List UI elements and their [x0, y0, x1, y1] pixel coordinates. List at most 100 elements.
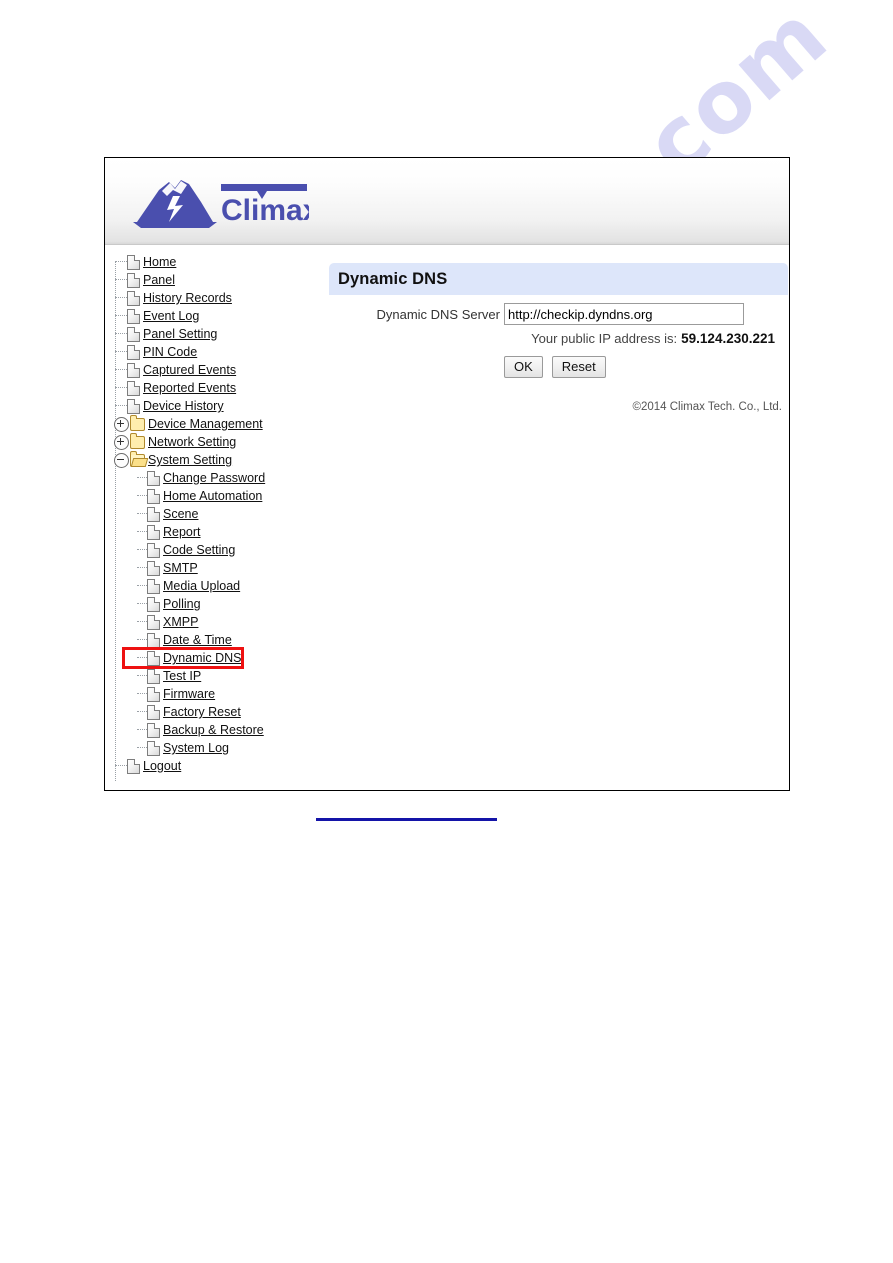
public-ip-row: Your public IP address is: 59.124.230.22…	[327, 331, 775, 346]
sidebar-item-change-password[interactable]: Change Password	[113, 469, 327, 487]
sidebar-item-logout[interactable]: Logout	[113, 757, 327, 775]
sidebar-item-backup-restore[interactable]: Backup & Restore	[113, 721, 327, 739]
file-icon	[147, 542, 160, 558]
file-icon	[127, 254, 140, 270]
sidebar-item-home[interactable]: Home	[113, 253, 327, 271]
sidebar-item-label[interactable]: Media Upload	[163, 577, 240, 595]
sidebar-item-home-automation[interactable]: Home Automation	[113, 487, 327, 505]
tree-connector	[137, 603, 147, 605]
sidebar-item-label[interactable]: System Setting	[148, 451, 232, 469]
folder-open-icon	[130, 450, 145, 467]
navigation-tree: Home Panel History Records Event Log Panel S…	[105, 253, 327, 781]
sidebar-item-label[interactable]: Report	[163, 523, 201, 541]
page-title-bar: Dynamic DNS	[329, 263, 788, 295]
sidebar-item-label[interactable]: Home	[143, 253, 176, 271]
copyright-notice: ©2014 Climax Tech. Co., Ltd.	[632, 401, 782, 413]
sidebar-item-label[interactable]: Device Management	[148, 415, 263, 433]
file-icon	[147, 722, 160, 738]
sidebar-item-label[interactable]: Captured Events	[143, 361, 236, 379]
sidebar-item-reported-events[interactable]: Reported Events	[113, 379, 327, 397]
sidebar-item-smtp[interactable]: SMTP	[113, 559, 327, 577]
svg-text:Climax: Climax	[221, 194, 309, 227]
folder-icon	[130, 414, 145, 431]
expand-toggle-icon[interactable]	[114, 434, 129, 450]
sidebar-item-label[interactable]: Panel Setting	[143, 325, 217, 343]
sidebar-item-label[interactable]: Panel	[143, 271, 175, 289]
sidebar-item-panel[interactable]: Panel	[113, 271, 327, 289]
content-panel: Dynamic DNS Dynamic DNS Server Your publ…	[327, 253, 789, 790]
file-icon	[147, 524, 160, 540]
sidebar-item-label[interactable]: SMTP	[163, 559, 198, 577]
sidebar-item-label[interactable]: Logout	[143, 757, 181, 775]
sidebar-item-test-ip[interactable]: Test IP	[113, 667, 327, 685]
sidebar-item-media-upload[interactable]: Media Upload	[113, 577, 327, 595]
dns-server-input[interactable]	[504, 303, 744, 325]
sidebar-item-label[interactable]: Code Setting	[163, 541, 235, 559]
sidebar-item-label[interactable]: Dynamic DNS	[163, 649, 242, 667]
sidebar-item-captured-events[interactable]: Captured Events	[113, 361, 327, 379]
sidebar-item-event-log[interactable]: Event Log	[113, 307, 327, 325]
sidebar-item-label[interactable]: Reported Events	[143, 379, 236, 397]
reset-button[interactable]: Reset	[551, 356, 606, 378]
file-icon	[147, 488, 160, 504]
tree-connector	[137, 531, 147, 533]
sidebar-item-label[interactable]: Change Password	[163, 469, 265, 487]
tree-connector	[137, 513, 147, 515]
sidebar-item-dynamic-dns[interactable]: Dynamic DNS	[113, 647, 327, 669]
app-header: Climax	[105, 158, 789, 245]
sidebar-item-factory-reset[interactable]: Factory Reset	[113, 703, 327, 721]
tree-connector	[137, 495, 147, 497]
sidebar-item-firmware[interactable]: Firmware	[113, 685, 327, 703]
sidebar-item-report[interactable]: Report	[113, 523, 327, 541]
sidebar-item-label[interactable]: System Log	[163, 739, 229, 757]
sidebar-item-date-time[interactable]: Date & Time	[113, 631, 327, 649]
sidebar-item-label[interactable]: Date & Time	[163, 631, 232, 649]
sidebar-item-label[interactable]: Device History	[143, 397, 224, 415]
sidebar-item-code-setting[interactable]: Code Setting	[113, 541, 327, 559]
tree-connector	[137, 747, 147, 749]
file-icon	[127, 308, 140, 324]
sidebar-item-label[interactable]: History Records	[143, 289, 232, 307]
sidebar-item-pin-code[interactable]: PIN Code	[113, 343, 327, 361]
public-ip-label: Your public IP address is:	[531, 331, 678, 346]
tree-connector	[115, 315, 127, 317]
sidebar-item-label[interactable]: Event Log	[143, 307, 199, 325]
sidebar-item-network-setting[interactable]: Network Setting	[113, 432, 327, 451]
sidebar-item-label[interactable]: XMPP	[163, 613, 198, 631]
sidebar-item-label[interactable]: Factory Reset	[163, 703, 241, 721]
file-icon	[127, 362, 140, 378]
file-icon	[147, 668, 160, 684]
sidebar-item-label[interactable]: Home Automation	[163, 487, 262, 505]
file-icon	[127, 344, 140, 360]
folder-icon	[130, 432, 145, 449]
tree-connector	[137, 585, 147, 587]
sidebar-item-label[interactable]: Scene	[163, 505, 198, 523]
sidebar-item-label[interactable]: Backup & Restore	[163, 721, 264, 739]
sidebar-item-device-history[interactable]: Device History	[113, 397, 327, 415]
collapse-toggle-icon[interactable]	[114, 452, 129, 468]
expand-toggle-icon[interactable]	[114, 416, 129, 432]
file-icon	[147, 686, 160, 702]
sidebar-item-label[interactable]: Network Setting	[148, 433, 236, 451]
sidebar-item-label[interactable]: PIN Code	[143, 343, 197, 361]
sidebar-item-device-management[interactable]: Device Management	[113, 414, 327, 433]
file-icon	[147, 632, 160, 648]
sidebar-item-label[interactable]: Test IP	[163, 667, 201, 685]
file-icon	[147, 614, 160, 630]
sidebar-item-history-records[interactable]: History Records	[113, 289, 327, 307]
sidebar-item-label[interactable]: Firmware	[163, 685, 215, 703]
climax-mountain-lightning-logo: Climax	[129, 172, 309, 234]
sidebar-item-panel-setting[interactable]: Panel Setting	[113, 325, 327, 343]
sidebar-item-system-log[interactable]: System Log	[113, 739, 327, 757]
tree-connector	[115, 351, 127, 353]
file-icon	[127, 272, 140, 288]
footer-rule	[316, 818, 497, 821]
sidebar-item-label[interactable]: Polling	[163, 595, 201, 613]
sidebar-item-polling[interactable]: Polling	[113, 595, 327, 613]
sidebar-item-scene[interactable]: Scene	[113, 505, 327, 523]
sidebar-item-system-setting[interactable]: System Setting	[113, 450, 327, 469]
tree-connector	[115, 387, 127, 389]
tree-connector	[137, 567, 147, 569]
sidebar-item-xmpp[interactable]: XMPP	[113, 613, 327, 631]
ok-button[interactable]: OK	[504, 356, 543, 378]
